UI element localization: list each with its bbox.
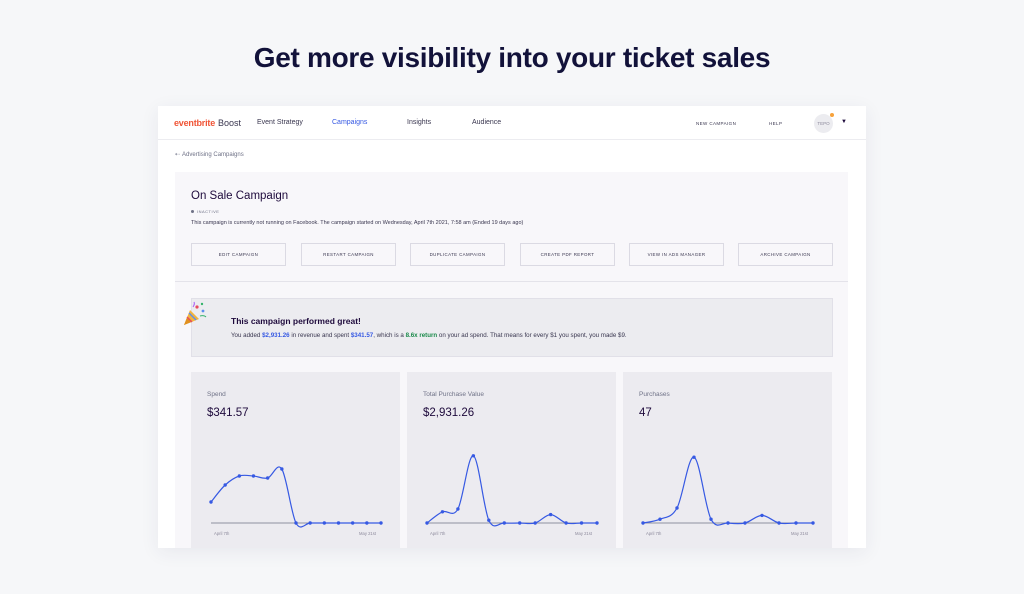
chart-data-point	[548, 512, 553, 517]
chart-series-line	[426, 455, 597, 527]
section-divider	[175, 281, 848, 282]
view-in-ads-manager-button[interactable]: VIEW IN ADS MANAGER	[629, 243, 724, 266]
nav-campaigns[interactable]: Campaigns	[332, 119, 367, 126]
nav-audience[interactable]: Audience	[472, 119, 501, 126]
new-campaign-link[interactable]: NEW CAMPAIGN	[696, 121, 736, 126]
edit-campaign-button[interactable]: EDIT CAMPAIGN	[191, 243, 286, 266]
chart-data-point	[223, 483, 227, 487]
spent-value: $341.57	[350, 332, 374, 339]
chart-data-point	[641, 521, 645, 525]
banner-message: You added $2,931.26 in revenue and spent…	[231, 332, 627, 339]
duplicate-campaign-button[interactable]: DUPLICATE CAMPAIGN	[410, 243, 505, 266]
party-popper-icon	[184, 301, 207, 325]
chart-data-point	[726, 521, 730, 525]
chart-data-point	[209, 500, 213, 504]
banner-text-2: in revenue and spent	[289, 332, 351, 339]
chart-data-point	[280, 467, 284, 471]
chart-data-point	[322, 521, 327, 525]
chart-data-point	[294, 521, 298, 525]
page-headline: Get more visibility into your ticket sal…	[253, 42, 771, 73]
restart-campaign-button[interactable]: RESTART CAMPAIGN	[301, 243, 396, 266]
chart-data-point	[777, 521, 781, 525]
banner-text-1: You added	[231, 332, 263, 339]
eventbrite-boost-logo[interactable]: eventbrite Boost	[174, 118, 241, 128]
logo-product: Boost	[218, 118, 242, 128]
nav-insights[interactable]: Insights	[407, 119, 431, 126]
chart-data-point	[692, 455, 696, 459]
campaign-description: This campaign is currently not running o…	[191, 220, 524, 226]
chart-data-point	[308, 521, 312, 525]
help-link[interactable]: HELP	[769, 121, 782, 126]
back-to-campaigns-link[interactable]: ⇠ Advertising Campaigns	[175, 151, 244, 158]
chart-data-point	[456, 507, 460, 511]
banner-title: This campaign performed great!	[231, 316, 361, 326]
chart-end-label: May 21st	[575, 531, 593, 536]
chart-end-label: May 21st	[359, 531, 377, 536]
chart-end-label: May 21st	[791, 531, 809, 536]
return-value: 8.6x return	[405, 332, 438, 339]
purchase-value-line-chart: April 7th May 21st	[425, 454, 599, 536]
chart-data-point	[425, 521, 429, 525]
banner-text-3: , which is a	[373, 332, 406, 339]
notification-dot	[830, 113, 834, 117]
chart-data-point	[502, 521, 506, 525]
nav-event-strategy[interactable]: Event Strategy	[257, 119, 303, 126]
spend-card: Spend $341.57 April 7th May 21st	[191, 372, 400, 548]
create-pdf-report-button[interactable]: CREATE PDF REPORT	[520, 243, 615, 266]
logo-brand: eventbrite	[174, 118, 216, 128]
purchases-line-chart: April 7th May 21st	[641, 455, 815, 536]
chart-data-point	[533, 521, 537, 525]
chart-data-point	[518, 521, 522, 525]
chart-data-point	[379, 521, 383, 525]
chart-data-point	[265, 476, 270, 480]
chevron-down-icon[interactable]: ▼	[841, 119, 847, 125]
chart-start-label: April 7th	[214, 531, 230, 536]
chart-data-point	[251, 474, 256, 478]
purchases-card: Purchases 47 April 7th May 21st	[623, 372, 832, 548]
chart-data-point	[350, 521, 355, 525]
chart-data-point	[440, 510, 445, 514]
chart-series-line	[210, 466, 381, 528]
chart-data-point	[237, 474, 242, 478]
spend-line-chart: April 7th May 21st	[209, 466, 383, 536]
performance-banner: This campaign performed great! You added…	[184, 298, 833, 357]
revenue-value: $2,931.26	[262, 332, 290, 339]
status-badge: INACTIVE	[191, 209, 219, 214]
status-label: INACTIVE	[197, 209, 220, 214]
top-navigation-bar: eventbrite Boost Event Strategy Campaigns…	[158, 106, 866, 140]
chart-start-label: April 7th	[430, 531, 446, 536]
user-avatar[interactable]: TEPO	[814, 114, 833, 133]
chart-data-point	[709, 517, 713, 521]
chart-data-point	[811, 521, 815, 525]
campaign-panel: On Sale Campaign INACTIVE This campaign …	[175, 172, 848, 548]
chart-data-point	[760, 513, 764, 518]
chart-data-point	[595, 521, 599, 525]
chart-start-label: April 7th	[646, 531, 662, 536]
status-dot-icon	[191, 210, 194, 214]
archive-campaign-button[interactable]: ARCHIVE CAMPAIGN	[738, 243, 833, 266]
chart-data-point	[743, 521, 747, 525]
chart-data-point	[658, 517, 662, 521]
campaign-title: On Sale Campaign	[191, 190, 289, 202]
chart-data-point	[794, 521, 798, 525]
chart-data-point	[564, 521, 568, 525]
chart-data-point	[471, 454, 476, 458]
app-window: eventbrite Boost Event Strategy Campaigns…	[158, 106, 866, 548]
chart-data-point	[487, 518, 491, 522]
total-purchase-value-card: Total Purchase Value $2,931.26 April 7th…	[407, 372, 616, 548]
chart-data-point	[579, 521, 584, 525]
chart-data-point	[336, 521, 341, 525]
banner-text-4: on your ad spend. That means for every $…	[437, 332, 627, 339]
back-link-label: Advertising Campaigns	[182, 152, 244, 158]
back-arrow-icon: ⇠	[175, 152, 181, 158]
chart-series-line	[642, 456, 813, 526]
chart-data-point	[365, 521, 369, 525]
chart-data-point	[675, 506, 679, 510]
